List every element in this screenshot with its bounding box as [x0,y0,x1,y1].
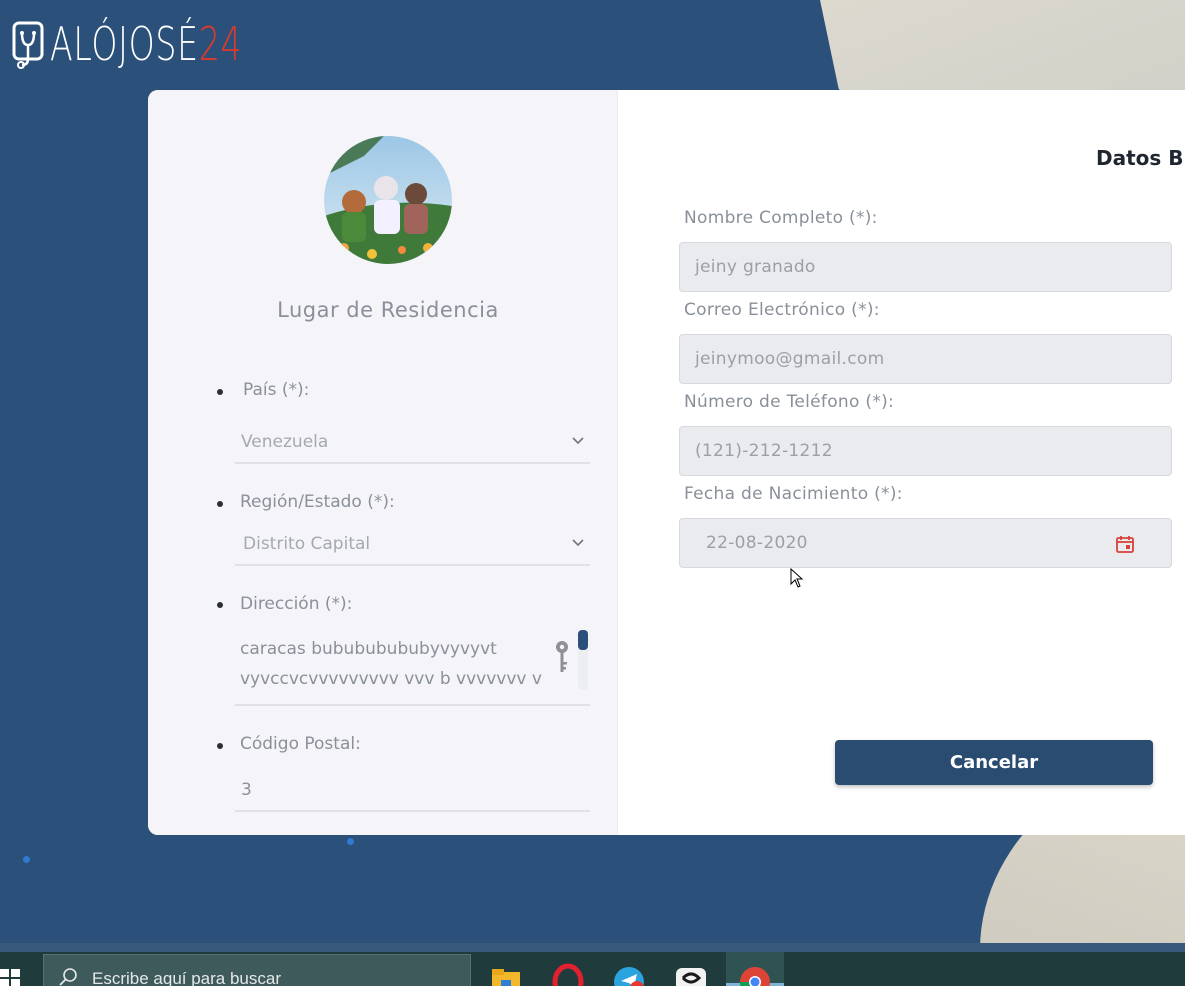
country-value: Venezuela [241,432,329,452]
bullet [217,389,223,395]
bullet [217,602,223,608]
postal-label: Código Postal: [240,734,361,754]
address-value: caracas bubububububyvyvyvt vyvccvcvvvvvv… [240,639,542,689]
region-value: Distrito Capital [243,534,371,554]
search-placeholder: Escribe aquí para buscar [92,969,281,986]
country-label: País (*): [243,380,310,400]
phone-value: (121)-212-1212 [695,441,833,461]
basic-data-title: Datos B [1096,146,1184,170]
region-select[interactable]: Distrito Capital [235,526,590,566]
bullet [217,501,223,507]
chevron-down-icon [572,539,584,547]
windows-start-icon[interactable] [0,969,22,986]
postal-input[interactable]: 3 [235,772,590,812]
birthdate-input[interactable]: 22-08-2020 [679,518,1172,568]
chrome-icon [740,967,770,986]
taskbar-active-app[interactable] [726,952,784,986]
cancel-button[interactable]: Cancelar [835,740,1153,785]
stethoscope-icon [12,21,44,69]
phone-label: Número de Teléfono (*): [684,392,895,412]
telegram-icon[interactable] [612,960,646,986]
scrollbar-thumb[interactable] [578,630,588,650]
file-explorer-icon[interactable] [489,960,523,986]
key-icon[interactable] [554,640,570,674]
email-label: Correo Electrónico (*): [684,300,880,320]
phone-input[interactable]: (121)-212-1212 [679,426,1172,476]
mouse-cursor-icon [790,568,804,588]
address-textarea[interactable]: caracas bubububububyvyvyvt vyvccvcvvvvvv… [235,628,590,706]
bullet [217,743,223,749]
decor-dot [347,838,354,845]
logo-text: ALÓJOSÉ24 [50,17,243,71]
taskbar-search[interactable]: Escribe aquí para buscar [43,954,471,986]
taskbar: Escribe aquí para buscar [0,952,1185,986]
birthdate-value: 22-08-2020 [706,533,808,553]
chevron-down-icon [572,437,584,445]
avatar[interactable] [324,136,452,264]
decor-dot [23,856,30,863]
fullname-label: Nombre Completo (*): [684,208,878,228]
email-value: jeinymoo@gmail.com [695,349,885,369]
fullname-input[interactable]: jeiny granado [679,242,1172,292]
address-label: Dirección (*): [240,594,353,614]
search-icon [59,968,77,986]
residence-panel: Lugar de Residencia País (*): Venezuela … [148,90,618,835]
calendar-icon[interactable] [1115,534,1135,554]
email-input[interactable]: jeinymoo@gmail.com [679,334,1172,384]
residence-title: Lugar de Residencia [277,298,499,322]
app-logo[interactable]: ALÓJOSÉ24 [10,18,317,70]
app-icon[interactable] [674,960,708,986]
region-label: Región/Estado (*): [240,492,395,512]
fullname-value: jeiny granado [695,257,816,277]
postal-value: 3 [241,780,252,800]
birthdate-label: Fecha de Nacimiento (*): [684,484,903,504]
country-select[interactable]: Venezuela [235,424,590,464]
opera-icon[interactable] [551,960,585,986]
